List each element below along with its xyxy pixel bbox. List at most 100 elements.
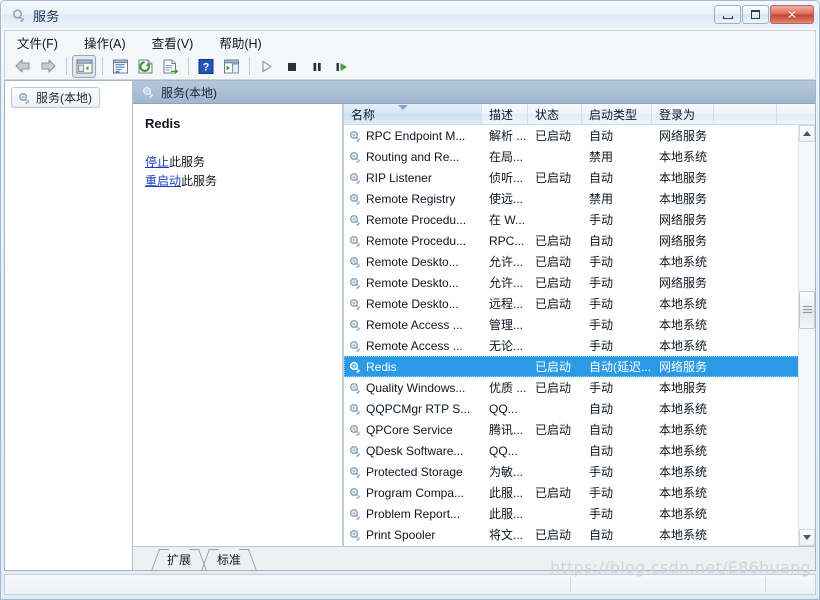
scrollbar-thumb[interactable] (799, 291, 815, 329)
cell-text: QQ... (489, 443, 518, 458)
cell-name: Remote Deskto... (344, 255, 482, 269)
table-row[interactable]: Redis 已启动 自动(延迟... 网络服务 (344, 356, 815, 377)
menu-action[interactable]: 操作(A) (82, 31, 136, 54)
table-row[interactable]: QPCore Service 腾讯... 已启动 自动 本地系统 (344, 419, 815, 440)
table-row[interactable]: Protected Storage 为敏... 手动 本地系统 (344, 461, 815, 482)
column-header-label: 状态 (535, 107, 560, 122)
cell-desc: 允许... (482, 253, 528, 270)
cell-text: 本地系统 (659, 528, 708, 542)
cell-logon: 网络服务 (652, 274, 714, 291)
tab-standard[interactable]: 标准 (211, 549, 248, 570)
start-service-button[interactable] (255, 55, 279, 78)
export-list-icon (162, 59, 179, 74)
table-row[interactable]: Remote Registry 使远... 禁用 本地服务 (344, 188, 815, 209)
table-row[interactable]: Remote Deskto... 允许... 已启动 手动 网络服务 (344, 272, 815, 293)
table-row[interactable]: Remote Deskto... 远程... 已启动 手动 本地系统 (344, 293, 815, 314)
close-button[interactable]: ✕ (770, 5, 814, 24)
column-header-3[interactable]: 启动类型 (582, 104, 652, 124)
help-button[interactable]: ? (194, 55, 218, 78)
show-hide-console-tree-icon (76, 59, 93, 74)
table-row[interactable]: QDesk Software... QQ... 自动 本地系统 (344, 440, 815, 461)
cell-text: 已启动 (535, 276, 572, 290)
menu-file[interactable]: 文件(F) (15, 31, 68, 54)
caption-buttons: ✕ (714, 5, 814, 24)
column-header-4[interactable]: 登录为 (652, 104, 714, 124)
cell-text: Program Compa... (366, 485, 465, 500)
cell-startup: 自动(延迟... (582, 358, 652, 375)
table-row[interactable]: Routing and Re... 在局... 禁用 本地系统 (344, 146, 815, 167)
cell-text: Routing and Re... (366, 149, 460, 164)
cell-text: 自动 (589, 402, 614, 416)
table-row[interactable]: RIP Listener 侦听... 已启动 自动 本地服务 (344, 167, 815, 188)
maximize-button[interactable] (742, 5, 769, 24)
cell-text: 手动 (589, 255, 614, 269)
restart-service-link[interactable]: 重启动 (145, 174, 181, 188)
refresh-icon (137, 59, 154, 74)
column-header-5[interactable] (714, 104, 777, 124)
scroll-up-button[interactable] (799, 125, 815, 142)
table-row[interactable]: Print Spooler 将文... 已启动 自动 本地系统 (344, 524, 815, 545)
properties-button[interactable] (108, 55, 132, 78)
toolbar-separator (66, 57, 67, 75)
table-row[interactable]: Remote Access ... 管理... 手动 本地系统 (344, 314, 815, 335)
vertical-scrollbar[interactable] (798, 125, 815, 546)
back-button[interactable] (11, 55, 35, 78)
table-row[interactable]: Remote Procedu... 在 W... 手动 网络服务 (344, 209, 815, 230)
list-inner: 名称 描述 状态 启动类型 登录为 RPC Endpoint M... 解析 ... 已启动… (343, 104, 815, 546)
column-header-1[interactable]: 描述 (482, 104, 528, 124)
status-separator (570, 577, 571, 592)
column-header-0[interactable]: 名称 (344, 104, 482, 124)
menu-help[interactable]: 帮助(H) (217, 31, 271, 54)
stop-service-link[interactable]: 停止 (145, 155, 169, 169)
cell-text: 禁用 (589, 192, 614, 206)
show-action-pane-button[interactable] (219, 55, 243, 78)
cell-desc: 管理... (482, 316, 528, 333)
scroll-down-button[interactable] (799, 529, 815, 546)
sort-descending-icon (397, 105, 408, 110)
cell-desc: 允许... (482, 274, 528, 291)
cell-logon: 网络服务 (652, 211, 714, 228)
table-row[interactable]: Quality Windows... 优质 ... 已启动 手动 本地服务 (344, 377, 815, 398)
table-row[interactable]: RPC Endpoint M... 解析 ... 已启动 自动 网络服务 (344, 125, 815, 146)
cell-text: 自动 (589, 171, 614, 185)
pane-header: 服务(本地) (133, 81, 815, 104)
restart-service-button[interactable] (330, 55, 354, 78)
service-gear-icon (348, 360, 362, 374)
refresh-button[interactable] (133, 55, 157, 78)
detail-service-name: Redis (145, 116, 181, 131)
menu-view[interactable]: 查看(V) (150, 31, 204, 54)
show-hide-console-tree-button[interactable] (72, 54, 96, 78)
cell-name: Program Compa... (344, 486, 482, 500)
table-row[interactable]: Remote Deskto... 允许... 已启动 手动 本地系统 (344, 251, 815, 272)
minimize-button[interactable] (714, 5, 741, 24)
cell-text: 此服... (489, 507, 524, 521)
pause-service-button[interactable] (305, 55, 329, 78)
cell-text: 本地服务 (659, 171, 708, 185)
toolbar-separator (188, 57, 189, 75)
cell-logon: 本地系统 (652, 316, 714, 333)
status-bar (4, 574, 816, 595)
window-frame: 服务 ✕ 文件(F) 操作(A) 查看(V) 帮助(H) ? 服务(本地) 服务… (0, 0, 820, 600)
cell-text: 手动 (589, 465, 614, 479)
export-list-button[interactable] (158, 55, 182, 78)
table-row[interactable]: Problem Report... 此服... 手动 本地系统 (344, 503, 815, 524)
cell-desc: 为敏... (482, 463, 528, 480)
cell-text: Remote Registry (366, 191, 456, 206)
cell-text: 已启动 (535, 171, 572, 185)
forward-button[interactable] (36, 55, 60, 78)
toolbar-separator (249, 57, 250, 75)
column-header-2[interactable]: 状态 (528, 104, 582, 124)
cell-text: 将文... (489, 528, 524, 542)
stop-service-button[interactable] (280, 55, 304, 78)
cell-status: 已启动 (528, 127, 582, 144)
tree-node-services-local[interactable]: 服务(本地) (11, 87, 100, 108)
cell-text: 自动 (589, 528, 614, 542)
table-row[interactable]: QQPCMgr RTP S... QQ... 自动 本地系统 (344, 398, 815, 419)
table-row[interactable]: Program Compa... 此服... 已启动 手动 本地系统 (344, 482, 815, 503)
cell-text: 腾讯... (489, 423, 524, 437)
tab-extended[interactable]: 扩展 (161, 549, 198, 570)
toolbar: ? (4, 53, 816, 80)
cell-status: 已启动 (528, 421, 582, 438)
table-row[interactable]: Remote Access ... 无论... 手动 本地系统 (344, 335, 815, 356)
table-row[interactable]: Remote Procedu... RPC... 已启动 自动 网络服务 (344, 230, 815, 251)
